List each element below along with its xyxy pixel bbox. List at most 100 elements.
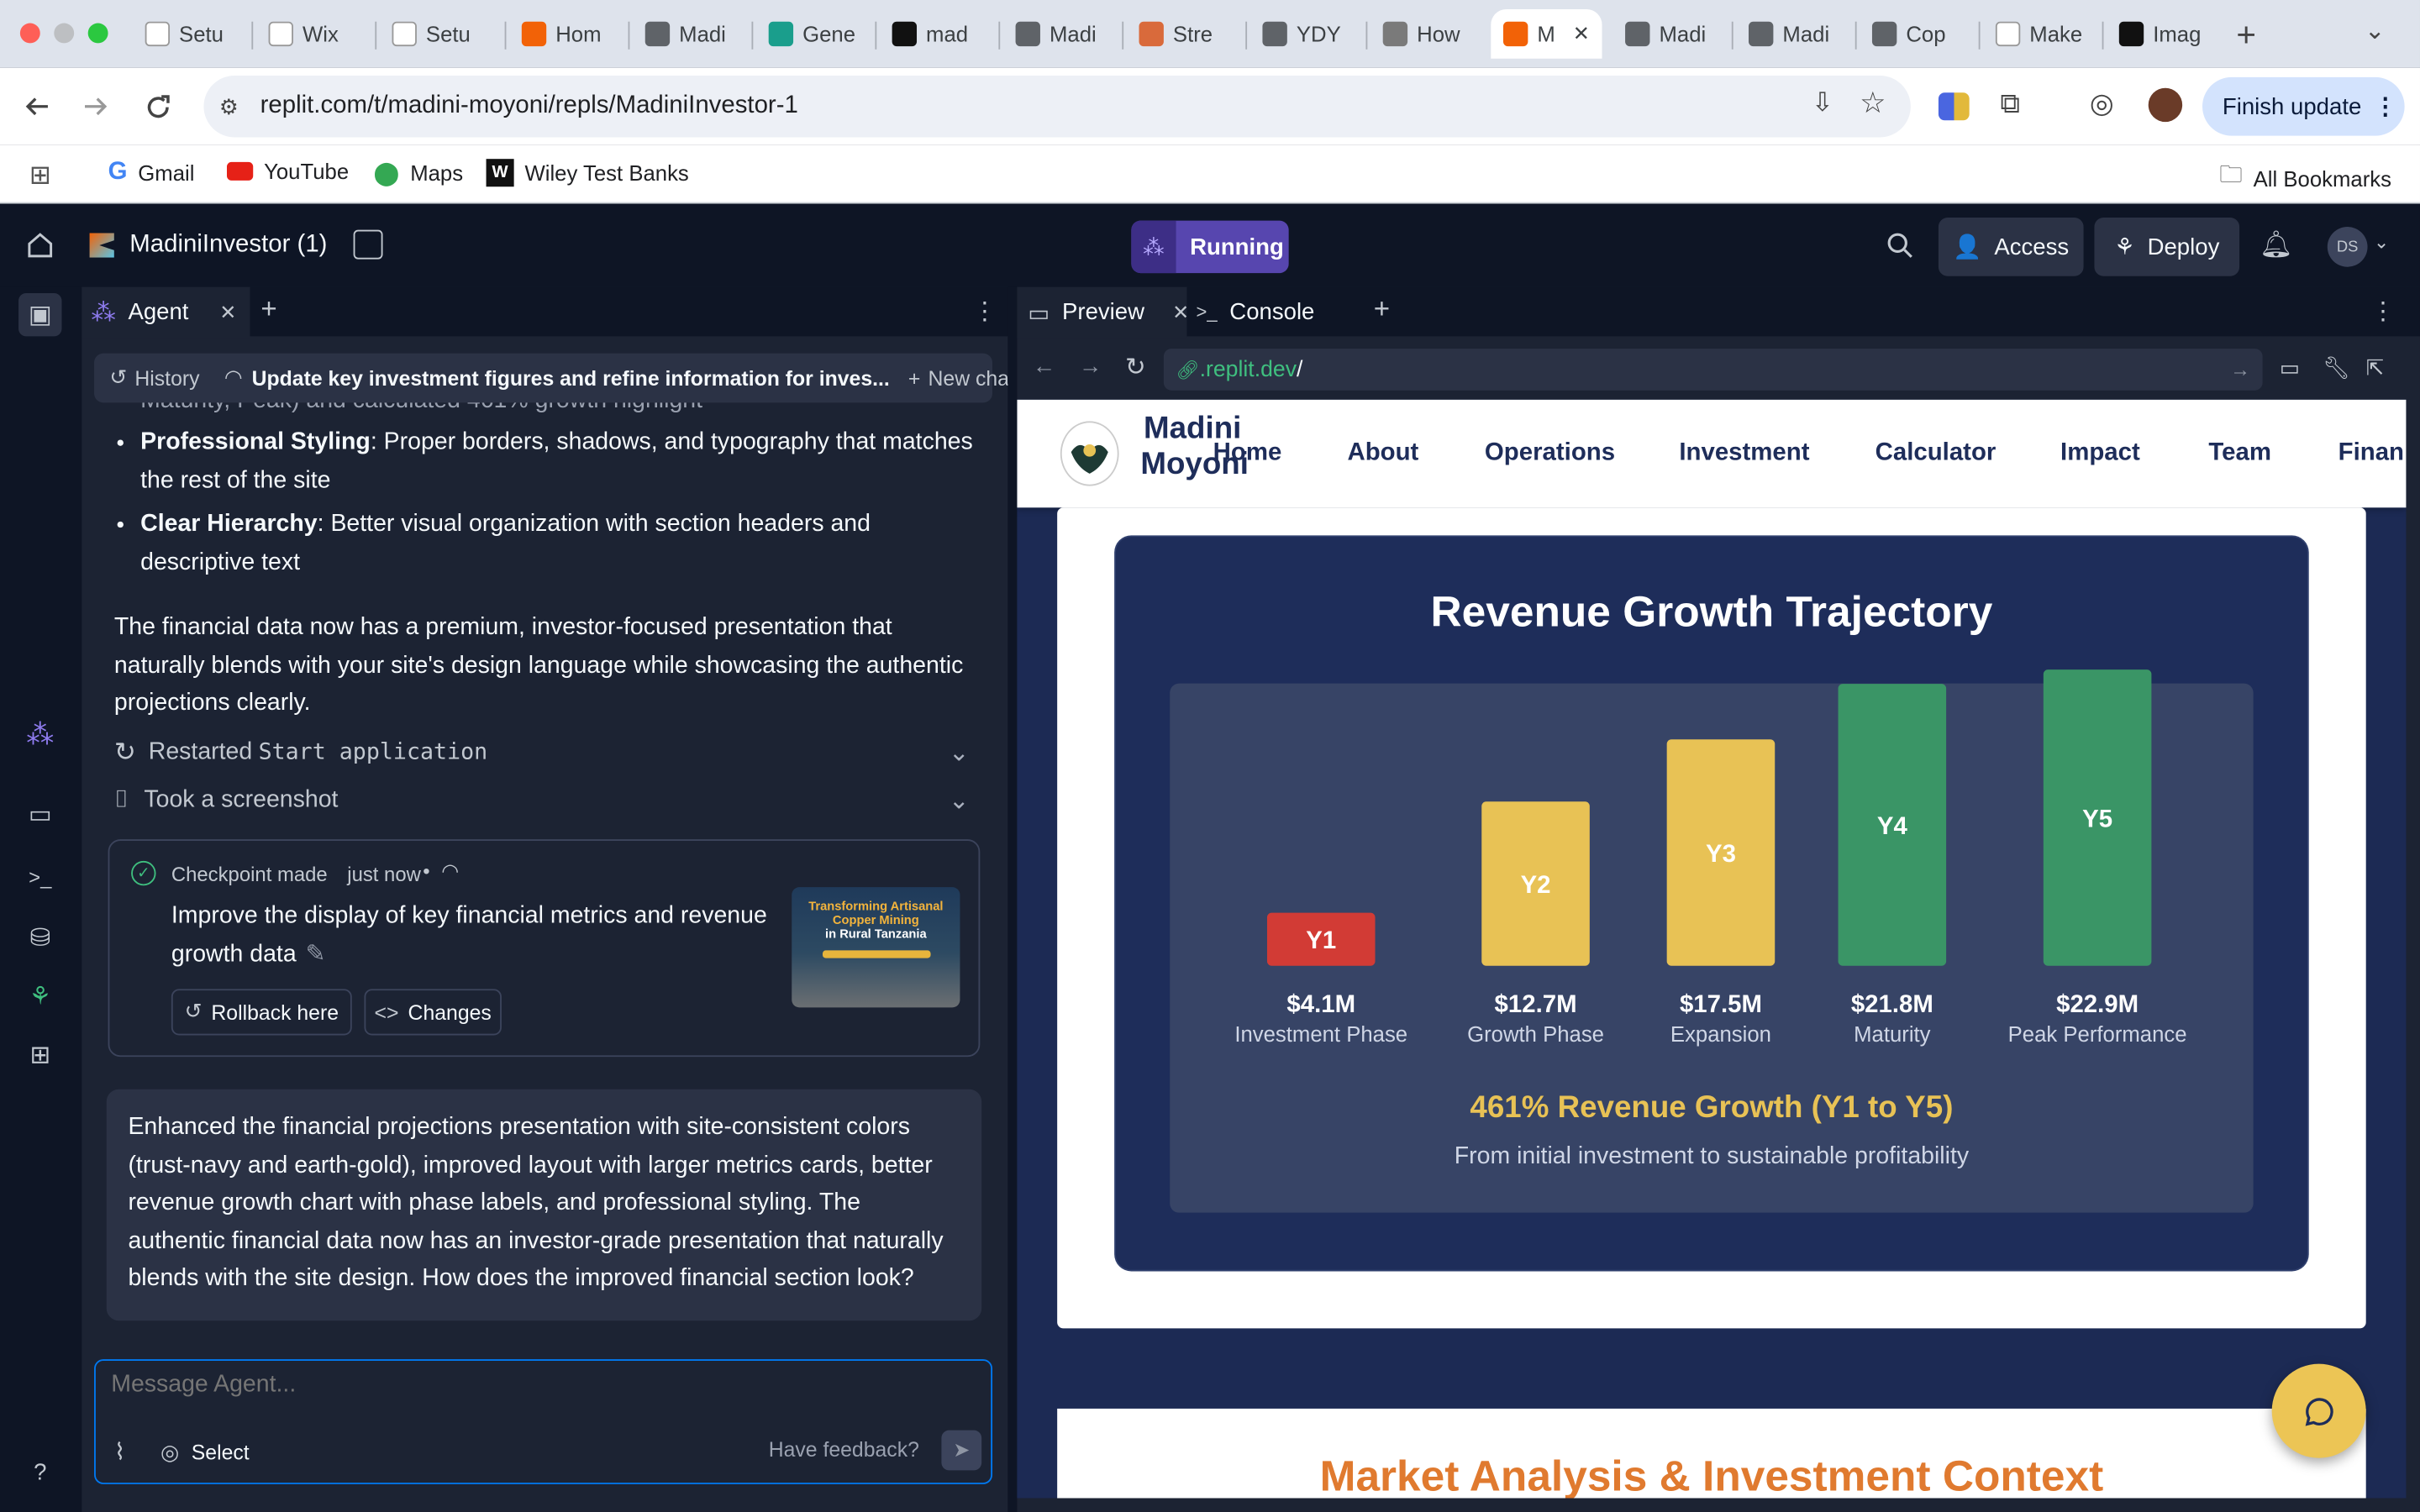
deploy-button[interactable]: ⚘ Deploy	[2094, 217, 2240, 276]
device-toggle-icon[interactable]: ▭	[2280, 354, 2300, 381]
nav-team[interactable]: Team	[2208, 439, 2271, 467]
finish-update-button[interactable]: Finish update ⋮	[2202, 76, 2405, 136]
browser-tab[interactable]: Madi	[1736, 9, 1850, 59]
nav-investment[interactable]: Investment	[1679, 439, 1809, 467]
history-button[interactable]: History	[134, 366, 199, 390]
notifications-bell-icon[interactable]: 🔔︎	[2260, 230, 2293, 261]
close-window-icon[interactable]	[19, 23, 40, 44]
tab-agent[interactable]: ⁂ Agent ✕	[82, 286, 250, 339]
all-tools-grid-icon[interactable]: ⊞	[22, 1037, 59, 1074]
browser-tab[interactable]: How	[1370, 9, 1485, 59]
add-tab-icon[interactable]: +	[1374, 293, 1390, 326]
select-button[interactable]: Select	[192, 1441, 250, 1465]
edit-pencil-icon[interactable]: ✎	[306, 940, 326, 966]
access-button[interactable]: 👤 Access	[1938, 217, 2084, 276]
bookmark-youtube[interactable]: YouTube	[226, 159, 349, 184]
browser-tab[interactable]: Cop	[1860, 9, 1974, 59]
tab-preview[interactable]: ▭ Preview ✕	[1017, 286, 1189, 339]
preview-forward-icon[interactable]: →	[1079, 354, 1102, 380]
preview-reload-icon[interactable]: ↻	[1125, 352, 1146, 383]
panel-menu-icon[interactable]: ⋮	[972, 297, 997, 328]
run-status-button[interactable]: ⁂ Running	[1131, 220, 1289, 274]
panel-resize-handle[interactable]	[1007, 286, 1018, 1512]
chevron-down-icon[interactable]: ⌄	[2374, 232, 2389, 254]
project-name[interactable]: MadiniInvestor (1)	[129, 232, 327, 260]
browser-tab[interactable]: Madi	[1003, 9, 1118, 59]
deployments-icon[interactable]: ⚘	[22, 978, 59, 1015]
search-icon[interactable]	[1886, 232, 1913, 267]
browser-tab[interactable]: Imag	[2107, 9, 2221, 59]
user-avatar[interactable]: DS	[2327, 226, 2368, 267]
chat-bubble-button[interactable]	[2271, 1363, 2366, 1458]
bookmark-maps[interactable]: ⬤ Maps	[373, 159, 463, 186]
feedback-link[interactable]: Have feedback?	[769, 1438, 919, 1462]
browser-tab[interactable]: Wix	[256, 9, 371, 59]
tab-console[interactable]: >_ Console	[1196, 287, 1350, 337]
bookmark-gmail[interactable]: G Gmail	[108, 159, 195, 186]
nav-impact[interactable]: Impact	[2060, 439, 2140, 467]
browser-tab[interactable]: Madi	[633, 9, 747, 59]
browser-tab[interactable]: Gene	[756, 9, 871, 59]
install-app-icon[interactable]: ⇩	[1812, 88, 1833, 119]
message-input-box[interactable]: ⌇ ◎ Select Have feedback? ➤	[94, 1359, 993, 1484]
profile-avatar[interactable]	[2148, 87, 2183, 123]
all-bookmarks[interactable]: 🗀 All Bookmarks	[2219, 159, 2391, 197]
preview-back-icon[interactable]: ←	[1033, 354, 1056, 380]
bookmark-wiley[interactable]: W Wiley Test Banks	[486, 159, 689, 187]
attach-paperclip-icon[interactable]: ⌇	[114, 1438, 125, 1466]
rollback-button[interactable]: ↺ Rollback here	[171, 989, 352, 1036]
nav-calculator[interactable]: Calculator	[1876, 439, 1996, 467]
address-bar[interactable]: ⚙ replit.com/t/madini-moyoni/repls/Madin…	[203, 75, 1911, 138]
database-icon[interactable]: ⛁	[22, 920, 59, 957]
reload-icon[interactable]	[134, 83, 181, 129]
panel-menu-icon[interactable]: ⋮	[2370, 297, 2395, 328]
nav-about[interactable]: About	[1347, 439, 1418, 467]
send-icon[interactable]: ➤	[941, 1430, 982, 1471]
browser-tab[interactable]: YDY	[1250, 9, 1365, 59]
nav-operations[interactable]: Operations	[1485, 439, 1615, 467]
agent-icon[interactable]: ⁂	[22, 716, 59, 753]
browser-tab[interactable]: Make	[1983, 9, 2097, 59]
changes-button[interactable]: <> Changes	[364, 989, 502, 1036]
file-tree-icon[interactable]	[353, 229, 383, 260]
bookmark-star-icon[interactable]: ☆	[1860, 87, 1886, 122]
preview-monitor-icon[interactable]: ▭	[22, 796, 59, 833]
add-tab-icon[interactable]: +	[260, 293, 276, 326]
site-info-icon[interactable]: ⚙	[219, 93, 239, 119]
new-chat-button[interactable]: New chat	[929, 366, 1015, 390]
new-tab-icon[interactable]: +	[2236, 15, 2256, 55]
open-new-window-icon[interactable]: ⇱	[2366, 354, 2385, 381]
extensions-puzzle-icon[interactable]: ⧉	[2000, 88, 2020, 121]
forward-icon[interactable]	[72, 83, 118, 129]
shell-icon[interactable]: >_	[22, 858, 59, 895]
devtools-wrench-icon[interactable]: 🔧︎	[2323, 354, 2350, 381]
restart-action-row[interactable]: ↻ Restarted Start application ⌄	[114, 736, 979, 769]
minimize-window-icon[interactable]	[54, 23, 75, 44]
site-logo[interactable]	[1060, 421, 1119, 486]
browser-tab[interactable]: Stre	[1127, 9, 1241, 59]
browser-tab[interactable]: mad	[880, 9, 994, 59]
performance-icon[interactable]: ◎	[2090, 88, 2114, 121]
go-arrow-icon[interactable]: →	[2230, 358, 2250, 381]
checkpoint-thumbnail[interactable]: Transforming Artisanal Copper Mining in …	[792, 887, 960, 1008]
tab-search-icon[interactable]: ⌄	[2365, 15, 2386, 46]
browser-tab[interactable]: Madi	[1612, 9, 1727, 59]
browser-tab[interactable]: Setu	[380, 9, 494, 59]
close-tab-icon[interactable]: ✕	[1573, 22, 1590, 46]
browser-tab[interactable]: Setu	[133, 9, 247, 59]
home-icon[interactable]	[26, 232, 54, 267]
select-target-icon[interactable]: ◎	[160, 1440, 179, 1466]
browser-tab[interactable]: M ✕	[1491, 9, 1602, 59]
preview-url-bar[interactable]: 🔗︎ .replit.dev / →	[1163, 349, 2263, 391]
workspace-icon[interactable]: ▣	[18, 292, 62, 337]
message-input[interactable]	[111, 1370, 976, 1401]
maximize-window-icon[interactable]	[87, 23, 108, 44]
close-tab-icon[interactable]: ✕	[1172, 300, 1189, 324]
help-icon[interactable]: ?	[22, 1453, 59, 1490]
apps-grid-icon[interactable]: ⊞	[29, 160, 51, 192]
nav-financials[interactable]: Finan	[2338, 439, 2404, 467]
screenshot-action-row[interactable]: ⌷ Took a screenshot ⌄	[114, 784, 979, 817]
nav-home[interactable]: Home	[1213, 439, 1282, 467]
close-tab-icon[interactable]: ✕	[219, 300, 236, 324]
url-text[interactable]: replit.com/t/madini-moyoni/repls/MadiniI…	[260, 92, 798, 120]
